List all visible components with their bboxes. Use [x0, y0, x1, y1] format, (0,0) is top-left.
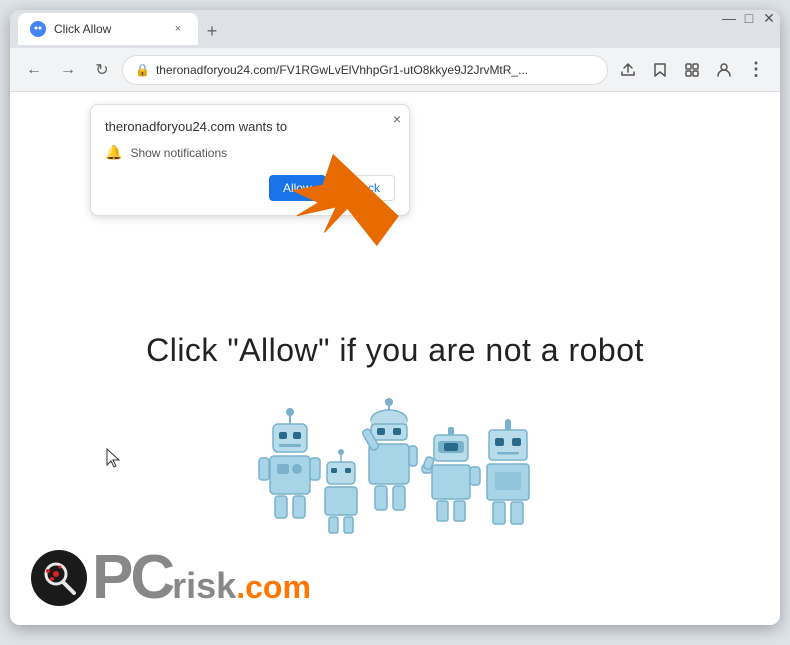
lock-icon: 🔒	[135, 63, 150, 77]
toolbar: ← → ↻ 🔒 theronadforyou24.com/FV1RGwLvElV…	[10, 48, 780, 92]
menu-button[interactable]: ⋮	[742, 56, 770, 84]
maximize-button[interactable]: □	[740, 10, 758, 26]
profile-button[interactable]	[710, 56, 738, 84]
robot-illustration	[245, 397, 545, 572]
title-bar: Click Allow × + — □ ✕	[10, 10, 780, 48]
pcrisk-logo-icon	[30, 549, 88, 607]
popup-close-button[interactable]: ×	[393, 111, 401, 127]
tab-favicon	[30, 21, 46, 37]
mouse-cursor	[105, 447, 125, 476]
forward-button[interactable]: →	[54, 56, 82, 84]
share-button[interactable]	[614, 56, 642, 84]
tabs-area: Click Allow × +	[18, 13, 772, 45]
dotcom-text: .com	[236, 571, 311, 603]
extensions-button[interactable]	[678, 56, 706, 84]
browser-window: Click Allow × + — □ ✕ ← → ↻ 🔒 theronadfo…	[10, 10, 780, 625]
new-tab-button[interactable]: +	[198, 17, 226, 45]
pcrisk-text: PC risk .com	[92, 547, 311, 609]
bookmark-button[interactable]	[646, 56, 674, 84]
toolbar-icons: ⋮	[614, 56, 770, 84]
active-tab[interactable]: Click Allow ×	[18, 13, 198, 45]
tab-label: Click Allow	[54, 22, 162, 36]
page-content: × theronadforyou24.com wants to 🔔 Show n…	[10, 92, 780, 625]
pcrisk-footer: PC risk .com	[30, 547, 311, 609]
back-button[interactable]: ←	[20, 56, 48, 84]
minimize-button[interactable]: —	[720, 10, 738, 26]
pc-letters: PC	[92, 547, 172, 609]
close-button[interactable]: ✕	[760, 10, 778, 26]
address-bar[interactable]: 🔒 theronadforyou24.com/FV1RGwLvElVhhpGr1…	[122, 55, 608, 85]
risk-text: risk	[172, 568, 236, 604]
bell-icon: 🔔	[105, 144, 122, 161]
refresh-button[interactable]: ↻	[88, 56, 116, 84]
main-text: Click "Allow" if you are not a robot	[10, 332, 780, 369]
robots-svg	[245, 397, 545, 572]
popup-domain-text: theronadforyou24.com wants to	[105, 119, 395, 134]
popup-notification-label: Show notifications	[130, 146, 227, 160]
address-text: theronadforyou24.com/FV1RGwLvElVhhpGr1-u…	[156, 63, 595, 77]
orange-arrow	[290, 140, 420, 260]
tab-close-button[interactable]: ×	[170, 21, 186, 37]
